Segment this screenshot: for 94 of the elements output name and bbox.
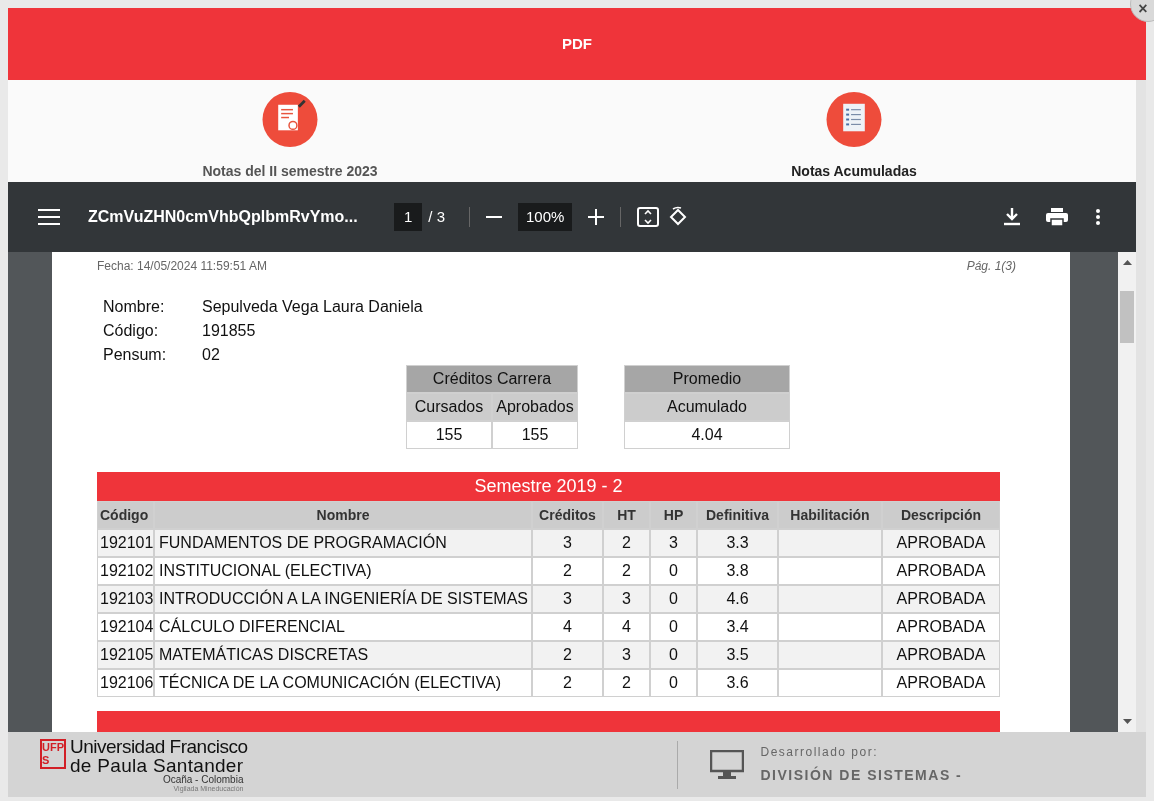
- table-cell: APROBADA: [882, 613, 1000, 641]
- table-header: Acumulado: [624, 393, 790, 421]
- table-cell: 3: [532, 529, 603, 557]
- print-date: Fecha: 14/05/2024 11:59:51 AM: [97, 258, 267, 275]
- table-cell: APROBADA: [882, 641, 1000, 669]
- field-value: 02: [202, 345, 220, 365]
- report-option[interactable]: Notas Acumuladas: [572, 80, 1136, 182]
- table-cell: 3.8: [697, 557, 778, 585]
- table-cell: 192106: [97, 669, 154, 697]
- table-cell: 3: [603, 585, 650, 613]
- table-cell: 0: [650, 641, 697, 669]
- table-cell: 192103: [97, 585, 154, 613]
- university-name: de Paula Santander: [70, 756, 245, 775]
- developer-name: DIVISIÓN DE SISTEMAS -: [760, 765, 963, 785]
- checklist-icon: [826, 92, 882, 147]
- table-cell: 0: [650, 557, 697, 585]
- university-name: Universidad Francisco: [70, 737, 248, 756]
- column-header: Habilitación: [778, 501, 882, 529]
- table-cell: 155: [406, 421, 492, 449]
- pdf-scrollbar[interactable]: [1118, 252, 1136, 732]
- fit-page-icon[interactable]: [637, 207, 660, 227]
- university-city: Ocaña - Colombia: [162, 775, 244, 785]
- print-icon[interactable]: [1046, 208, 1068, 226]
- table-cell: 3.4: [697, 613, 778, 641]
- semester-title: Semestre 2019 - 2: [474, 475, 623, 498]
- table-cell: 2: [603, 529, 650, 557]
- table-cell: 0: [650, 613, 697, 641]
- field-label: Código:: [103, 321, 160, 341]
- table-cell: MATEMÁTICAS DISCRETAS: [154, 641, 532, 669]
- field-value: 191855: [202, 321, 256, 341]
- field-label: Nombre:: [103, 297, 166, 317]
- table-cell: CÁLCULO DIFERENCIAL: [154, 613, 532, 641]
- table-cell: 4: [603, 613, 650, 641]
- column-header: HP: [650, 501, 697, 529]
- table-cell: 4.04: [624, 421, 790, 449]
- table-cell: FUNDAMENTOS DE PROGRAMACIÓN: [154, 529, 532, 557]
- table-cell: 0: [650, 669, 697, 697]
- table-cell: APROBADA: [882, 669, 1000, 697]
- table-cell: 155: [492, 421, 578, 449]
- table-cell: INTRODUCCIÓN A LA INGENIERÍA DE SISTEMAS: [154, 585, 532, 613]
- table-cell: 2: [532, 557, 603, 585]
- zoom-field[interactable]: 100%: [518, 202, 573, 232]
- university-logo: UFPS: [40, 739, 66, 769]
- table-cell: 192102: [97, 557, 154, 585]
- table-cell: 3.5: [697, 641, 778, 669]
- scroll-thumb[interactable]: [1120, 291, 1134, 343]
- table-cell: APROBADA: [882, 529, 1000, 557]
- menu-icon[interactable]: [38, 209, 60, 225]
- table-cell: 2: [603, 557, 650, 585]
- scroll-down-icon[interactable]: [1122, 719, 1132, 724]
- table-cell: 192104: [97, 613, 154, 641]
- download-icon[interactable]: [1004, 208, 1020, 226]
- report-option[interactable]: Notas del II semestre 2023: [8, 80, 572, 182]
- table-cell: 192101: [97, 529, 154, 557]
- table-cell: 192105: [97, 641, 154, 669]
- table-cell: 2: [532, 669, 603, 697]
- column-header: Código: [97, 501, 154, 529]
- table-cell: APROBADA: [882, 557, 1000, 585]
- table-cell: INSTITUCIONAL (ELECTIVA): [154, 557, 532, 585]
- table-cell: 2: [532, 641, 603, 669]
- table-cell: APROBADA: [882, 585, 1000, 613]
- table-header: Promedio: [624, 365, 790, 393]
- column-header: Definitiva: [697, 501, 778, 529]
- table-cell: 4: [532, 613, 603, 641]
- column-header: Descripción: [882, 501, 1000, 529]
- modal-scrollbar[interactable]: [1136, 80, 1146, 732]
- field-label: Pensum:: [103, 345, 168, 365]
- table-cell: 3: [532, 585, 603, 613]
- table-header: Aprobados: [492, 393, 578, 421]
- table-cell: 4.6: [697, 585, 778, 613]
- file-name: ZCmVuZHN0cmVhbQplbmRvYmo...: [88, 207, 359, 227]
- developed-by-label: Desarrollado por:: [760, 744, 879, 761]
- monitor-icon: [710, 749, 745, 780]
- table-cell: 3.3: [697, 529, 778, 557]
- page-number-field[interactable]: 1: [394, 202, 423, 232]
- page-count: / 3: [428, 206, 446, 227]
- column-header: Nombre: [154, 501, 532, 529]
- scroll-up-icon[interactable]: [1122, 260, 1132, 265]
- table-header: Cursados: [406, 393, 492, 421]
- column-header: HT: [603, 501, 650, 529]
- table-cell: TÉCNICA DE LA COMUNICACIÓN (ELECTIVA): [154, 669, 532, 697]
- modal-title: PDF: [562, 33, 592, 54]
- table-cell: 0: [650, 585, 697, 613]
- table-cell: 2: [603, 669, 650, 697]
- zoom-in-icon[interactable]: [588, 209, 605, 225]
- table-cell: 3.6: [697, 669, 778, 697]
- column-header: Créditos: [532, 501, 603, 529]
- table-cell: 3: [650, 529, 697, 557]
- field-value: Sepulveda Vega Laura Daniela: [202, 297, 423, 317]
- table-header: Créditos Carrera: [406, 365, 578, 393]
- table-cell: 3: [603, 641, 650, 669]
- document-pen-icon: [262, 92, 318, 147]
- more-icon[interactable]: [1096, 209, 1100, 225]
- page-label: Pág. 1(3): [966, 258, 1016, 275]
